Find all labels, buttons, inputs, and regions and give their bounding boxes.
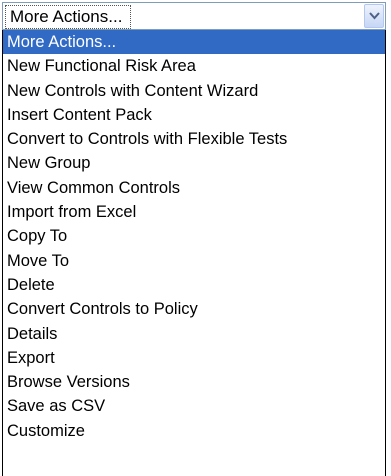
option-details[interactable]: Details xyxy=(3,322,385,346)
option-copy-to[interactable]: Copy To xyxy=(3,224,385,248)
options-list: More Actions... New Functional Risk Area… xyxy=(2,30,386,476)
option-convert-controls-to-policy[interactable]: Convert Controls to Policy xyxy=(3,297,385,321)
option-customize[interactable]: Customize xyxy=(3,419,385,443)
option-browse-versions[interactable]: Browse Versions xyxy=(3,370,385,394)
option-save-as-csv[interactable]: Save as CSV xyxy=(3,394,385,418)
option-import-from-excel[interactable]: Import from Excel xyxy=(3,200,385,224)
option-view-common-controls[interactable]: View Common Controls xyxy=(3,176,385,200)
option-new-group[interactable]: New Group xyxy=(3,151,385,175)
option-new-controls-with-content-wizard[interactable]: New Controls with Content Wizard xyxy=(3,79,385,103)
chevron-down-icon xyxy=(369,12,380,20)
option-convert-to-controls-with-flexible-tests[interactable]: Convert to Controls with Flexible Tests xyxy=(3,127,385,151)
option-more-actions[interactable]: More Actions... xyxy=(3,30,385,55)
option-delete[interactable]: Delete xyxy=(3,273,385,297)
actions-select[interactable]: More Actions... xyxy=(2,2,386,30)
option-insert-content-pack[interactable]: Insert Content Pack xyxy=(3,103,385,127)
option-export[interactable]: Export xyxy=(3,346,385,370)
option-move-to[interactable]: Move To xyxy=(3,249,385,273)
dropdown-button[interactable] xyxy=(364,4,384,28)
option-new-functional-risk-area[interactable]: New Functional Risk Area xyxy=(3,54,385,78)
select-current-value: More Actions... xyxy=(5,5,132,29)
